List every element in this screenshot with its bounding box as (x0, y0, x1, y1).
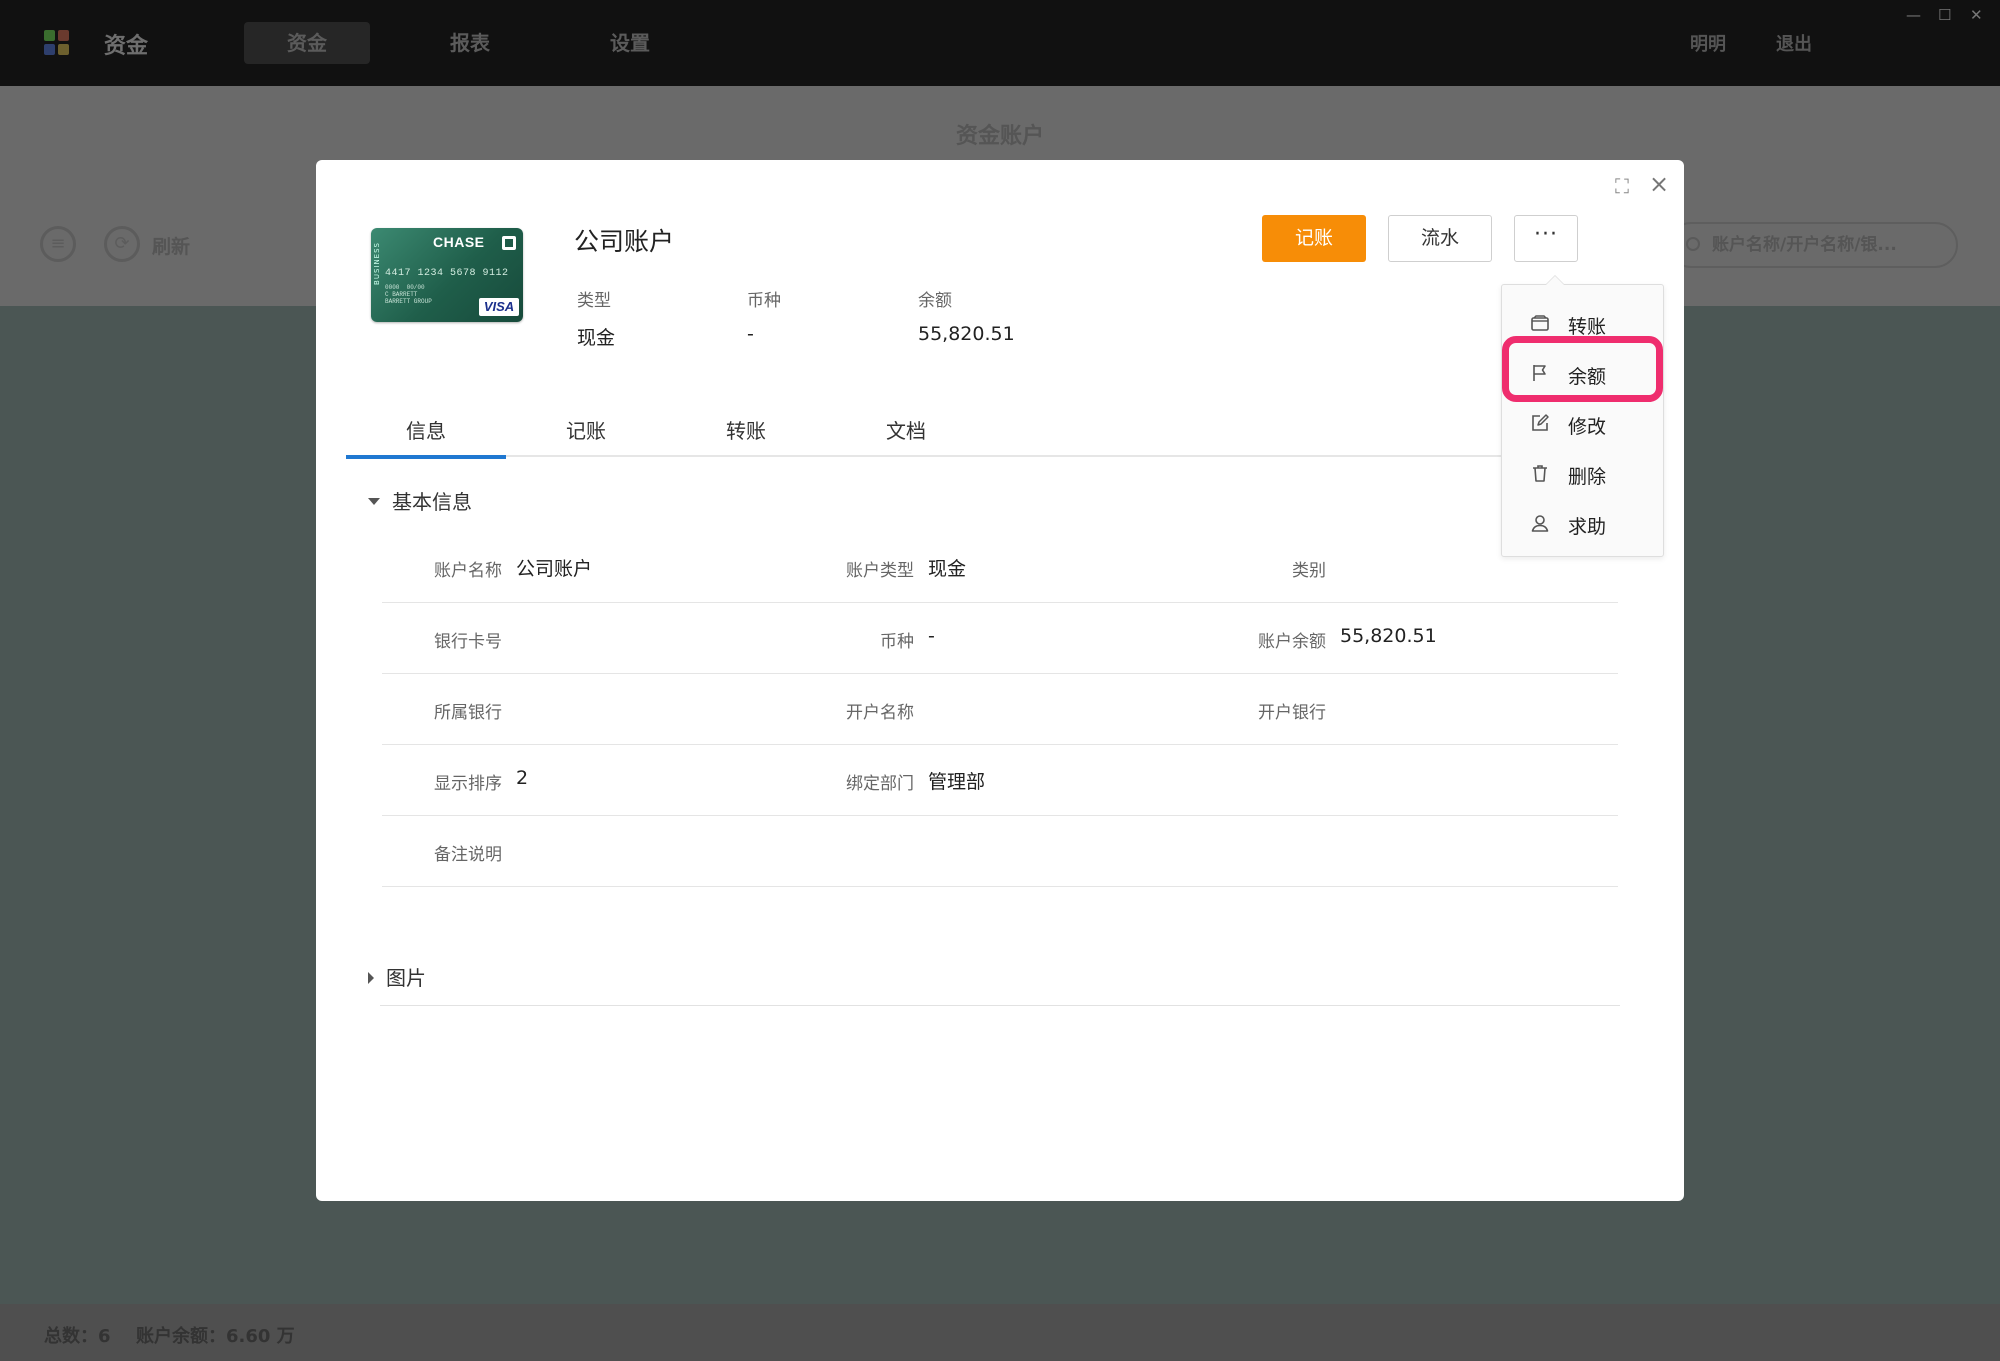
maximize-icon[interactable]: ☐ (1938, 6, 1951, 24)
record-button[interactable]: 记账 (1262, 215, 1366, 262)
meta-type-value: 现金 (577, 327, 616, 349)
info-row: 所属银行 开户名称 开户银行 (382, 674, 1618, 745)
refresh-label[interactable]: 刷新 (152, 232, 190, 259)
detail-tabs: 信息 记账 转账 文档 (346, 415, 1506, 459)
more-button[interactable]: ··· (1514, 215, 1578, 262)
nav-reports[interactable]: 报表 (420, 22, 520, 64)
tab-record[interactable]: 记账 (506, 415, 666, 457)
field-label: 账户名称 (434, 561, 502, 581)
trash-icon (1533, 465, 1547, 482)
card-number: 4417 1234 5678 9112 (385, 268, 509, 279)
field-label: 账户余额 (1258, 632, 1326, 652)
meta-currency-value: - (747, 323, 754, 345)
app-title: 资金 (104, 34, 149, 59)
info-row: 账户名称 公司账户 账户类型 现金 类别 (382, 532, 1618, 603)
tab-documents[interactable]: 文档 (826, 415, 986, 457)
search-placeholder: 账户名称/开户名称/银... (1712, 235, 1897, 255)
basic-info-section-toggle[interactable]: 基本信息 (368, 486, 472, 515)
search-icon (1686, 237, 1700, 251)
info-row: 备注说明 (382, 816, 1618, 887)
minimize-icon[interactable]: — (1906, 6, 1921, 24)
nav-funds[interactable]: 资金 (244, 22, 370, 64)
info-row: 银行卡号 币种 - 账户余额 55,820.51 (382, 603, 1618, 674)
credit-card-image: BUSINESS CHASE 4417 1234 5678 9112 0000 … (371, 228, 523, 322)
meta-balance-label: 余额 (918, 291, 952, 311)
field-value: 管理部 (928, 771, 986, 793)
footer-balance: 账户余额：6.60 万 (136, 1326, 295, 1347)
images-title: 图片 (386, 966, 426, 990)
page-title: 资金账户 (955, 124, 1044, 149)
top-navigation-bar: 资金 资金 报表 设置 明明 退出 — ☐ ✕ (0, 0, 2000, 86)
refresh-icon[interactable]: ⟳ (104, 226, 140, 262)
flag-icon (1533, 365, 1546, 381)
field-label: 所属银行 (434, 703, 502, 723)
meta-currency-label: 币种 (747, 291, 781, 311)
close-icon[interactable]: × (1647, 172, 1671, 196)
menu-item-delete[interactable]: 删除 (1502, 449, 1665, 499)
menu-item-balance[interactable]: 余额 (1502, 349, 1665, 399)
card-side-text: BUSINESS (373, 242, 381, 285)
wallet-icon (1531, 315, 1549, 331)
meta-type-label: 类型 (577, 291, 611, 311)
caret-down-icon (368, 498, 380, 505)
field-label: 显示排序 (434, 774, 502, 794)
menu-item-label: 删除 (1568, 466, 1607, 488)
card-network: VISA (479, 298, 519, 316)
tab-info[interactable]: 信息 (346, 415, 506, 459)
menu-item-label: 余额 (1568, 366, 1607, 388)
field-value: 55,820.51 (1340, 625, 1437, 647)
field-value: - (928, 625, 935, 647)
field-value: 公司账户 (516, 558, 593, 580)
caret-right-icon (368, 971, 374, 984)
field-label: 银行卡号 (434, 632, 502, 652)
tab-transfer[interactable]: 转账 (666, 415, 826, 457)
menu-icon[interactable]: ≡ (40, 226, 76, 262)
menu-item-transfer[interactable]: 转账 (1502, 299, 1665, 349)
card-brand: CHASE (433, 234, 485, 250)
basic-info-title: 基本信息 (392, 490, 472, 514)
menu-item-help[interactable]: 求助 (1502, 499, 1665, 549)
card-holder: 0000 00/00 C BARRETT BARRETT GROUP (385, 284, 432, 305)
app-logo-icon (44, 30, 70, 56)
search-input[interactable]: 账户名称/开户名称/银... (1668, 222, 1958, 268)
field-label: 开户名称 (846, 703, 914, 723)
chase-logo-icon (502, 236, 516, 250)
menu-item-label: 求助 (1568, 516, 1607, 538)
user-name-link[interactable]: 明明 (1690, 30, 1726, 56)
field-value: 2 (516, 767, 529, 789)
section-divider (380, 1005, 1620, 1006)
menu-item-label: 修改 (1568, 416, 1607, 438)
field-value: 现金 (928, 558, 967, 580)
images-section-toggle[interactable]: 图片 (368, 962, 426, 991)
menu-item-label: 转账 (1568, 316, 1607, 338)
field-label: 类别 (1292, 561, 1326, 581)
info-row: 显示排序 2 绑定部门 管理部 (382, 745, 1618, 816)
field-label: 绑定部门 (846, 774, 914, 794)
field-label: 备注说明 (434, 845, 502, 865)
account-title: 公司账户 (574, 227, 675, 256)
flow-button[interactable]: 流水 (1388, 215, 1492, 262)
field-label: 账户类型 (846, 561, 914, 581)
menu-item-edit[interactable]: 修改 (1502, 399, 1665, 449)
status-footer: 总数：6 账户余额：6.60 万 (0, 1304, 2000, 1361)
logout-link[interactable]: 退出 (1776, 30, 1812, 56)
fullscreen-icon[interactable]: ⛶ (1611, 175, 1633, 197)
field-label: 币种 (880, 632, 914, 652)
footer-total: 总数：6 (44, 1326, 111, 1347)
more-dropdown-menu: 转账 余额 修改 删除 求助 (1501, 275, 1665, 557)
account-detail-modal: ⛶ × BUSINESS CHASE 4417 1234 5678 9112 0… (316, 160, 1684, 1201)
field-label: 开户银行 (1258, 703, 1326, 723)
meta-balance-value: 55,820.51 (918, 323, 1015, 345)
nav-settings[interactable]: 设置 (580, 22, 680, 64)
user-icon (1531, 515, 1549, 532)
edit-icon (1532, 414, 1549, 431)
window-close-icon[interactable]: ✕ (1970, 6, 1983, 24)
